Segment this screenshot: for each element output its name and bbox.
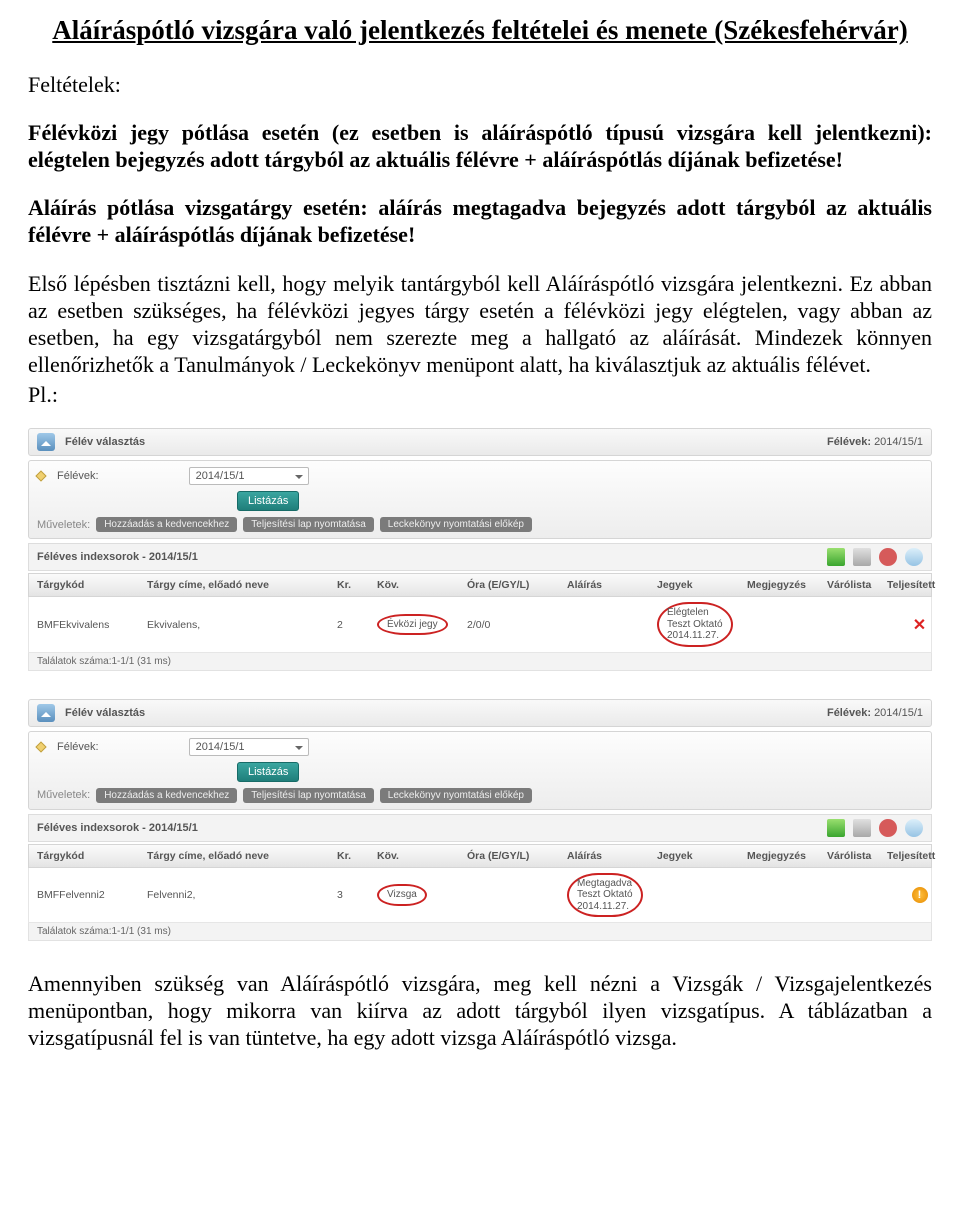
semester-select[interactable]: 2014/15/1 xyxy=(189,738,309,756)
th-alairas: Aláírás xyxy=(567,579,657,591)
th-telj: Teljesített xyxy=(887,579,952,591)
circled-jegyek: Elégtelen Teszt Oktató 2014.11.27. xyxy=(657,602,733,647)
th-code: Tárgykód xyxy=(37,579,147,591)
page-title: Aláíráspótló vizsgára való jelentkezés f… xyxy=(28,14,932,48)
search-icon[interactable] xyxy=(905,548,923,566)
intro-paragraph: Első lépésben tisztázni kell, hogy melyi… xyxy=(28,271,932,378)
pin-icon[interactable] xyxy=(879,548,897,566)
diamond-icon xyxy=(35,471,46,482)
cell-code: BMFEkvivalens xyxy=(37,619,147,631)
cell-kr: 2 xyxy=(337,619,377,631)
closing-paragraph: Amennyiben szükség van Aláíráspótló vizs… xyxy=(28,971,932,1051)
diamond-icon xyxy=(35,741,46,752)
th-ora: Óra (E/GY/L) xyxy=(467,579,567,591)
panel-title: Félév választás xyxy=(65,436,145,448)
screenshot-1: Félév választás Félévek: 2014/15/1 Félév… xyxy=(28,428,932,671)
semesters-label: Félévek: xyxy=(827,436,874,448)
cell-title: Ekvivalens, xyxy=(147,619,337,631)
th-title: Tárgy címe, előadó neve xyxy=(147,579,337,591)
screenshot-2: Félév választás Félévek: 2014/15/1 Félév… xyxy=(28,699,932,942)
th-meg: Megjegyzés xyxy=(747,850,827,862)
print-icon[interactable] xyxy=(853,548,871,566)
section-heading: Féléves indexsorok - 2014/15/1 xyxy=(37,822,198,834)
collapse-icon[interactable] xyxy=(37,704,55,722)
th-kr: Kr. xyxy=(337,850,377,862)
table-row: BMFEkvivalens Ekvivalens, 2 Évközi jegy … xyxy=(28,597,932,653)
table-header: Tárgykód Tárgy címe, előadó neve Kr. Köv… xyxy=(28,844,932,868)
table-header: Tárgykód Tárgy címe, előadó neve Kr. Köv… xyxy=(28,573,932,597)
panel-title: Félév választás xyxy=(65,707,145,719)
ops-label: Műveletek: xyxy=(37,789,90,801)
list-button[interactable]: Listázás xyxy=(237,762,299,782)
table-footer: Találatok száma:1-1/1 (31 ms) xyxy=(28,923,932,941)
op-print-book[interactable]: Leckekönyv nyomtatási előkép xyxy=(380,788,532,803)
semesters-value: 2014/15/1 xyxy=(874,436,923,448)
th-ora: Óra (E/GY/L) xyxy=(467,850,567,862)
search-icon[interactable] xyxy=(905,819,923,837)
example-label: Pl.: xyxy=(28,382,932,408)
print-icon[interactable] xyxy=(853,819,871,837)
th-varo: Várólista xyxy=(827,850,887,862)
th-title: Tárgy címe, előadó neve xyxy=(147,850,337,862)
th-alairas: Aláírás xyxy=(567,850,657,862)
th-kov: Köv. xyxy=(377,579,467,591)
table-row: BMFFelvenni2 Felvenni2, 3 Vizsga Megtaga… xyxy=(28,868,932,924)
cell-ora: 2/0/0 xyxy=(467,619,567,631)
circled-kov: Évközi jegy xyxy=(377,614,448,636)
section-heading: Féléves indexsorok - 2014/15/1 xyxy=(37,551,198,563)
th-kov: Köv. xyxy=(377,850,467,862)
op-favorite[interactable]: Hozzáadás a kedvencekhez xyxy=(96,517,237,532)
warn-icon: ! xyxy=(912,887,928,903)
op-print-sheet[interactable]: Teljesítési lap nyomtatása xyxy=(243,788,374,803)
conditions-label: Feltételek: xyxy=(28,72,932,98)
export-xls-icon[interactable] xyxy=(827,548,845,566)
export-xls-icon[interactable] xyxy=(827,819,845,837)
th-kr: Kr. xyxy=(337,579,377,591)
th-meg: Megjegyzés xyxy=(747,579,827,591)
op-print-book[interactable]: Leckekönyv nyomtatási előkép xyxy=(380,517,532,532)
fail-icon: ✕ xyxy=(887,615,952,635)
th-jegyek: Jegyek xyxy=(657,850,747,862)
cell-code: BMFFelvenni2 xyxy=(37,889,147,901)
th-telj: Teljesített xyxy=(887,850,952,862)
th-jegyek: Jegyek xyxy=(657,579,747,591)
cell-title: Felvenni2, xyxy=(147,889,337,901)
op-favorite[interactable]: Hozzáadás a kedvencekhez xyxy=(96,788,237,803)
ops-label: Műveletek: xyxy=(37,519,90,531)
semester-select[interactable]: 2014/15/1 xyxy=(189,467,309,485)
circled-kov: Vizsga xyxy=(377,884,427,906)
table-footer: Találatok száma:1-1/1 (31 ms) xyxy=(28,653,932,671)
cell-kr: 3 xyxy=(337,889,377,901)
semesters-label: Félévek: xyxy=(827,707,874,719)
condition-2: Aláírás pótlása vizsgatárgy esetén: aláí… xyxy=(28,195,932,249)
felevek-label: Félévek: xyxy=(57,470,99,482)
th-varo: Várólista xyxy=(827,579,887,591)
op-print-sheet[interactable]: Teljesítési lap nyomtatása xyxy=(243,517,374,532)
th-code: Tárgykód xyxy=(37,850,147,862)
collapse-icon[interactable] xyxy=(37,433,55,451)
semesters-value: 2014/15/1 xyxy=(874,707,923,719)
pin-icon[interactable] xyxy=(879,819,897,837)
felevek-label: Félévek: xyxy=(57,741,99,753)
condition-1: Félévközi jegy pótlása esetén (ez esetbe… xyxy=(28,120,932,174)
circled-alairas: Megtagadva Teszt Oktató 2014.11.27. xyxy=(567,873,643,918)
list-button[interactable]: Listázás xyxy=(237,491,299,511)
